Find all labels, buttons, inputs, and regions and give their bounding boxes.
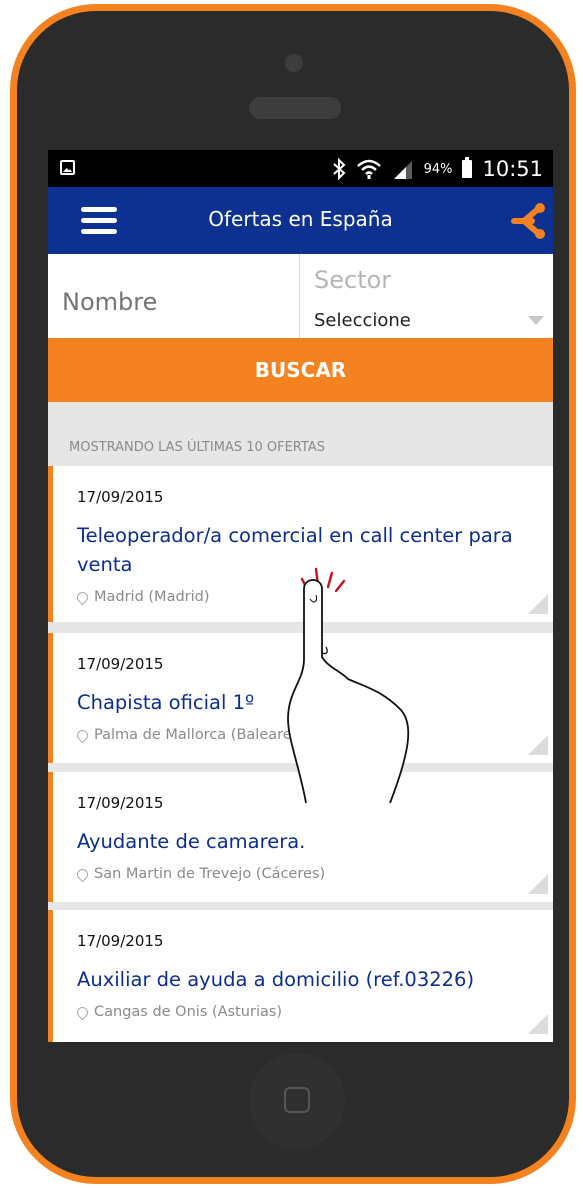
search-form: Sector Seleccione <box>48 254 553 338</box>
corner-fold-icon <box>528 735 548 755</box>
results-header: MOSTRANDO LAS ÚLTIMAS 10 OFERTAS <box>69 440 325 455</box>
offer-location-text: Cangas de Onis (Asturias) <box>94 1004 283 1020</box>
corner-fold-icon <box>528 594 548 614</box>
offer-title[interactable]: Auxiliar de ayuda a domicilio (ref.03226… <box>77 965 517 994</box>
offer-card[interactable]: 17/09/2015 Auxiliar de ayuda a domicilio… <box>48 910 553 1042</box>
signal-icon <box>393 161 412 179</box>
offer-date: 17/09/2015 <box>77 794 164 812</box>
offer-date: 17/09/2015 <box>77 655 164 673</box>
battery-icon <box>462 157 473 178</box>
home-button-icon <box>284 1087 310 1113</box>
battery-percent: 94% <box>423 161 453 177</box>
sector-label: Sector <box>314 266 392 294</box>
location-pin-icon <box>74 589 91 605</box>
offer-card[interactable]: 17/09/2015 Ayudante de camarera. San Mar… <box>48 772 553 902</box>
wifi-icon <box>356 159 381 179</box>
offer-date: 17/09/2015 <box>77 932 164 950</box>
offer-card[interactable]: 17/09/2015 Teleoperador/a comercial en c… <box>48 466 553 622</box>
offer-location: San Martin de Trevejo (Cáceres) <box>74 866 326 882</box>
page-title: Ofertas en España <box>208 207 393 231</box>
bluetooth-icon <box>332 158 346 180</box>
search-button[interactable]: BUSCAR <box>48 338 553 402</box>
offers-list: MOSTRANDO LAS ÚLTIMAS 10 OFERTAS 17/09/2… <box>48 402 553 1042</box>
sector-select[interactable]: Seleccione <box>314 310 411 331</box>
form-divider <box>299 254 300 338</box>
share-icon[interactable] <box>510 201 550 241</box>
offer-location: Cangas de Onis (Asturias) <box>74 1004 283 1020</box>
corner-fold-icon <box>528 874 548 894</box>
offer-location-text: Madrid (Madrid) <box>94 589 210 605</box>
status-bar: 94% 10:51 <box>48 150 553 187</box>
location-pin-icon <box>74 727 91 743</box>
front-camera <box>285 54 303 72</box>
offer-title[interactable]: Teleoperador/a comercial en call center … <box>77 521 517 579</box>
offer-location: Madrid (Madrid) <box>74 589 210 605</box>
offer-card[interactable]: 17/09/2015 Chapista oficial 1º Palma de … <box>48 633 553 763</box>
clock: 10:51 <box>482 157 543 181</box>
offer-location: Palma de Mallorca (Baleares) <box>74 727 305 743</box>
chevron-down-icon[interactable] <box>528 316 544 325</box>
location-pin-icon <box>74 866 91 882</box>
offer-location-text: Palma de Mallorca (Baleares) <box>94 727 305 743</box>
offer-date: 17/09/2015 <box>77 488 164 506</box>
app-header: Ofertas en España <box>48 187 553 254</box>
offer-title[interactable]: Ayudante de camarera. <box>77 827 517 856</box>
location-pin-icon <box>74 1004 91 1020</box>
corner-fold-icon <box>528 1014 548 1034</box>
image-notification-icon <box>60 160 75 175</box>
name-input[interactable] <box>48 254 298 338</box>
earpiece-speaker <box>249 97 341 119</box>
app-screen: 94% 10:51 Ofertas en España Sector Selec… <box>48 150 553 1042</box>
offer-title[interactable]: Chapista oficial 1º <box>77 688 517 717</box>
offer-location-text: San Martin de Trevejo (Cáceres) <box>94 866 326 882</box>
